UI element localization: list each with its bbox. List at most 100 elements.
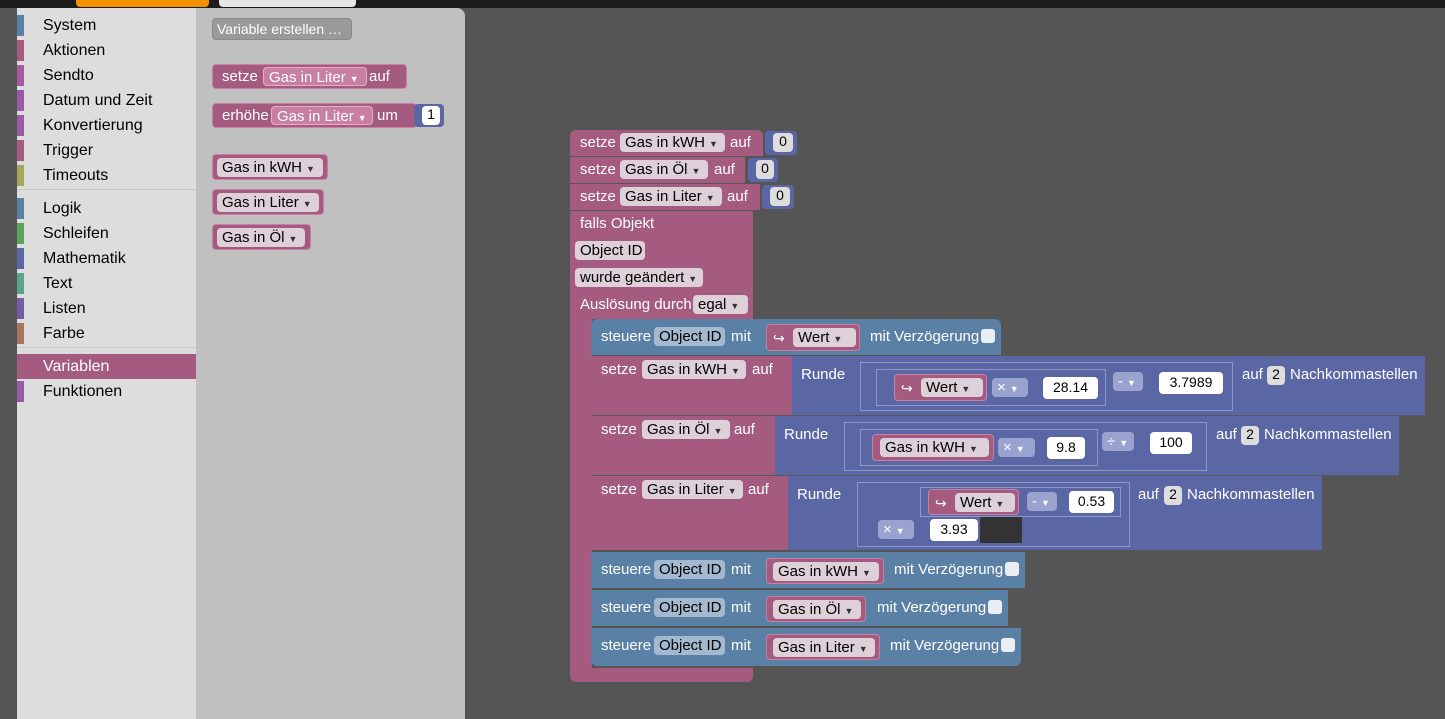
set-variable-block[interactable]: setze Gas in kWH ▼ auf — [591, 356, 792, 415]
category-datum-und-zeit[interactable]: Datum und Zeit — [17, 88, 196, 113]
dropdown-arrow-icon: ▼ — [833, 334, 843, 344]
block-keyword: steuere — [601, 328, 652, 345]
decimals-field[interactable]: 2 — [1267, 366, 1285, 385]
variable-dropdown[interactable]: Gas in Liter ▼ — [642, 480, 743, 499]
category-text[interactable]: Text — [17, 271, 196, 296]
variable-dropdown[interactable]: Gas in Liter ▼ — [263, 67, 367, 86]
set-variable-block[interactable]: setze Gas in Liter ▼ auf — [591, 476, 788, 550]
category-logik[interactable]: Logik — [17, 196, 196, 221]
category-variablen[interactable]: Variablen — [17, 354, 196, 379]
category-aktionen[interactable]: Aktionen — [17, 38, 196, 63]
delay-checkbox[interactable] — [988, 600, 1002, 614]
set-variable-block[interactable]: setze Gas in kWH ▼ auf — [570, 130, 763, 156]
variable-name: Gas in Öl — [647, 421, 710, 438]
variable-dropdown[interactable]: Gas in kWH ▼ — [773, 562, 879, 581]
variable-getter-block[interactable]: Gas in Liter ▼ — [212, 189, 324, 215]
number-field[interactable]: 0 — [756, 160, 774, 179]
category-trigger[interactable]: Trigger — [17, 138, 196, 163]
operator-dropdown[interactable]: - ▼ — [1027, 492, 1057, 511]
decimals-field[interactable]: 2 — [1241, 426, 1259, 445]
set-variable-block[interactable]: setze Gas in Liter ▼ auf — [570, 184, 760, 210]
block-keyword: auf — [1216, 426, 1237, 443]
variable-dropdown[interactable]: Gas in Liter ▼ — [620, 187, 722, 206]
category-separator — [17, 189, 196, 190]
number-field[interactable]: 1 — [422, 106, 440, 125]
variable-dropdown[interactable]: Gas in Liter ▼ — [217, 193, 319, 212]
operator-dropdown[interactable]: × ▼ — [992, 378, 1028, 397]
variable-dropdown[interactable]: Gas in kWH ▼ — [642, 360, 746, 379]
number-field[interactable]: 0 — [770, 187, 790, 206]
operator-dropdown[interactable]: × ▼ — [878, 520, 914, 539]
number-field[interactable]: 3.7989 — [1159, 372, 1223, 394]
category-system[interactable]: System — [17, 13, 196, 38]
value-getter-block[interactable]: ↪ Wert ▼ — [894, 374, 987, 401]
number-block[interactable]: 0 — [765, 131, 797, 155]
object-id-field[interactable]: Object ID — [575, 241, 645, 260]
category-schleifen[interactable]: Schleifen — [17, 221, 196, 246]
variable-getter-block[interactable]: Gas in kWH ▼ — [212, 154, 328, 180]
operator-dropdown[interactable]: - ▼ — [1113, 372, 1143, 391]
number-field[interactable]: 0.53 — [1069, 491, 1114, 513]
variable-dropdown[interactable]: Gas in Liter ▼ — [271, 106, 373, 125]
category-listen[interactable]: Listen — [17, 296, 196, 321]
category-farbe[interactable]: Farbe — [17, 321, 196, 346]
change-variable-block[interactable]: erhöhe Gas in Liter ▼ um — [212, 103, 417, 128]
operator-dropdown[interactable]: ÷ ▼ — [1102, 432, 1134, 451]
variable-dropdown[interactable]: Gas in Öl ▼ — [642, 420, 730, 439]
value-dropdown[interactable]: Wert ▼ — [921, 378, 983, 397]
decimals-field[interactable]: 2 — [1164, 486, 1182, 505]
category-timeouts[interactable]: Timeouts — [17, 163, 196, 188]
variable-dropdown[interactable]: Gas in Öl ▼ — [620, 160, 708, 179]
variable-getter-block[interactable]: Gas in kWH ▼ — [872, 434, 994, 461]
number-field[interactable]: 28.14 — [1043, 377, 1098, 399]
number-block[interactable]: 0 — [762, 185, 794, 209]
dropdown-arrow-icon: ▼ — [1119, 438, 1129, 448]
operator-dropdown[interactable]: × ▼ — [998, 438, 1035, 457]
variable-getter-block[interactable]: Gas in Öl ▼ — [212, 224, 311, 250]
set-variable-block[interactable]: setze Gas in Öl ▼ auf — [570, 157, 745, 183]
number-field[interactable]: 0 — [773, 133, 793, 152]
object-id-field[interactable]: Object ID — [654, 598, 725, 617]
number-field[interactable]: 9.8 — [1047, 437, 1085, 459]
category-konvertierung[interactable]: Konvertierung — [17, 113, 196, 138]
value-dropdown[interactable]: Wert ▼ — [955, 493, 1015, 512]
set-variable-block[interactable]: setze Gas in Liter ▼ auf — [212, 64, 407, 89]
top-tab[interactable] — [219, 0, 356, 7]
create-variable-button[interactable]: Variable erstellen … — [212, 18, 352, 40]
variable-dropdown[interactable]: Gas in Öl ▼ — [773, 600, 861, 619]
round-label: Runde — [784, 426, 829, 443]
number-field[interactable]: 100 — [1150, 432, 1192, 454]
set-variable-block[interactable]: setze Gas in Öl ▼ auf — [591, 416, 775, 475]
variable-getter-block[interactable]: Gas in Öl ▼ — [766, 596, 866, 622]
variable-dropdown[interactable]: Gas in kWH ▼ — [880, 438, 989, 457]
delay-checkbox[interactable] — [981, 329, 995, 343]
object-id-field[interactable]: Object ID — [654, 636, 725, 655]
delay-checkbox[interactable] — [1001, 638, 1015, 652]
category-sendto[interactable]: Sendto — [17, 63, 196, 88]
variable-dropdown[interactable]: Gas in Liter ▼ — [773, 638, 875, 657]
number-field[interactable]: 3.93 — [930, 519, 978, 541]
value-getter-block[interactable]: ↪ Wert ▼ — [928, 489, 1019, 515]
variable-dropdown[interactable]: Gas in kWH ▼ — [217, 158, 323, 177]
variable-dropdown[interactable]: Gas in kWH ▼ — [620, 133, 725, 152]
top-tab-active[interactable] — [76, 0, 209, 7]
empty-slot — [980, 517, 1022, 543]
trigger-block-header[interactable]: falls Objekt Object ID wurde geändert ▼ A… — [570, 211, 753, 319]
condition-dropdown[interactable]: wurde geändert ▼ — [575, 268, 703, 287]
delay-checkbox[interactable] — [1005, 562, 1019, 576]
value-dropdown[interactable]: Wert ▼ — [793, 328, 856, 347]
category-mathematik[interactable]: Mathematik — [17, 246, 196, 271]
variable-dropdown[interactable]: Gas in Öl ▼ — [217, 228, 305, 247]
number-block[interactable]: 0 — [748, 158, 778, 182]
number-block[interactable]: 1 — [414, 104, 444, 127]
cause-dropdown[interactable]: egal ▼ — [693, 295, 748, 314]
variable-getter-block[interactable]: Gas in kWH ▼ — [766, 558, 884, 584]
value-getter-block[interactable]: ↪ Wert ▼ — [766, 324, 860, 351]
block-keyword: steuere — [601, 599, 652, 616]
category-funktionen[interactable]: Funktionen — [17, 379, 196, 404]
object-id-field[interactable]: Object ID — [654, 327, 725, 346]
category-label: Timeouts — [43, 167, 109, 184]
dropdown-arrow-icon: ▼ — [1127, 378, 1136, 388]
object-id-field[interactable]: Object ID — [654, 560, 725, 579]
variable-getter-block[interactable]: Gas in Liter ▼ — [766, 634, 880, 660]
